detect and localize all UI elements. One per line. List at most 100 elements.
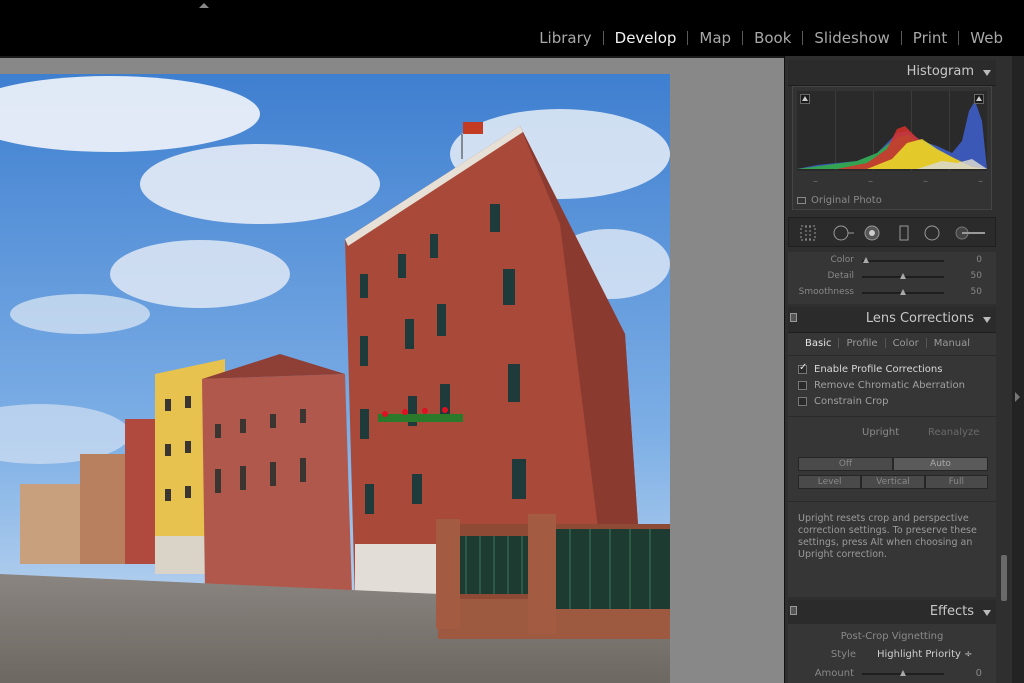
remove-chromatic-aberration-checkbox[interactable]: Remove Chromatic Aberration xyxy=(798,378,965,392)
module-print[interactable]: Print xyxy=(902,29,959,47)
slider-track[interactable] xyxy=(862,670,944,676)
histogram-curve xyxy=(797,101,987,169)
slider-label: Detail xyxy=(827,271,854,281)
slider-label: Smoothness xyxy=(798,287,854,297)
spot-removal-icon[interactable] xyxy=(831,224,855,242)
checkbox-box[interactable] xyxy=(798,362,807,374)
panel-switch-icon[interactable] xyxy=(790,313,797,322)
collapse-triangle-icon[interactable] xyxy=(983,610,991,616)
smoothness-slider-row[interactable]: Smoothness 50 xyxy=(788,286,996,300)
photo-frame-icon xyxy=(797,197,806,204)
effects-header[interactable]: Effects xyxy=(788,600,996,626)
panel-switch-icon[interactable] xyxy=(790,606,797,615)
slider-value[interactable]: 50 xyxy=(971,271,982,281)
readout-dash: – xyxy=(813,176,818,187)
lens-corrections-title: Lens Corrections xyxy=(865,311,974,326)
color-slider-row[interactable]: Color 0 xyxy=(788,254,996,268)
collapse-triangle-icon[interactable] xyxy=(983,317,991,323)
upright-mode-row-2: Level Vertical Full xyxy=(798,475,988,489)
slider-thumb[interactable] xyxy=(900,670,906,676)
graduated-filter-icon[interactable] xyxy=(895,224,913,242)
slider-thumb[interactable] xyxy=(900,273,906,279)
upright-mode-row-1: Off Auto xyxy=(798,457,988,471)
upright-auto-button[interactable]: Auto xyxy=(893,457,988,471)
tab-manual[interactable]: Manual xyxy=(927,338,977,349)
module-develop[interactable]: Develop xyxy=(604,29,688,47)
panel-scrollbar[interactable] xyxy=(1001,555,1007,601)
effects-panel: Post-Crop Vignetting Style Highlight Pri… xyxy=(788,624,996,683)
tab-basic[interactable]: Basic xyxy=(798,338,838,349)
upright-vertical-button[interactable]: Vertical xyxy=(861,475,925,489)
checkbox-label: Remove Chromatic Aberration xyxy=(814,379,966,391)
noise-reduction-sliders: Color 0 Detail 50 Smoothness 50 xyxy=(788,252,996,304)
checkbox-label: Constrain Crop xyxy=(814,395,889,407)
upright-help-text: Upright resets crop and perspective corr… xyxy=(798,513,977,560)
checkbox-box[interactable] xyxy=(798,396,807,406)
slider-label: Amount xyxy=(814,668,854,679)
post-crop-vignetting-title: Post-Crop Vignetting xyxy=(840,631,944,642)
photo-image xyxy=(0,74,670,683)
original-photo-toggle[interactable]: Original Photo xyxy=(797,195,882,206)
detail-slider-row[interactable]: Detail 50 xyxy=(788,270,996,284)
radial-filter-icon[interactable] xyxy=(923,224,941,242)
image-canvas[interactable] xyxy=(0,56,784,683)
slider-track[interactable] xyxy=(862,273,944,279)
divider xyxy=(788,416,996,417)
lens-tabs: Basic Profile Color Manual xyxy=(788,333,996,353)
readout-dash: – xyxy=(923,176,928,187)
slider-thumb[interactable] xyxy=(900,289,906,295)
adjustment-brush-icon[interactable] xyxy=(953,224,989,242)
histogram-readout: – – – – xyxy=(813,176,983,187)
module-map[interactable]: Map xyxy=(688,29,742,47)
style-dropdown[interactable]: Highlight Priority ÷ xyxy=(877,649,972,660)
module-book[interactable]: Book xyxy=(743,29,802,47)
slider-value[interactable]: 50 xyxy=(971,287,982,297)
lens-corrections-panel: Basic Profile Color Manual Enable Profil… xyxy=(788,333,996,597)
crop-overlay-icon[interactable] xyxy=(799,224,817,242)
slider-thumb[interactable] xyxy=(863,257,870,263)
slider-track[interactable] xyxy=(862,257,944,263)
original-photo-label: Original Photo xyxy=(811,195,882,206)
upright-level-button[interactable]: Level xyxy=(798,475,862,489)
checkbox-box[interactable] xyxy=(798,380,807,390)
slider-value[interactable]: 0 xyxy=(976,255,982,265)
effects-title: Effects xyxy=(929,604,974,619)
lens-corrections-header[interactable]: Lens Corrections xyxy=(788,307,996,333)
amount-slider-row[interactable]: Amount 0 xyxy=(788,667,996,681)
module-library[interactable]: Library xyxy=(528,29,602,47)
collapse-top-panel-icon[interactable] xyxy=(199,3,209,8)
module-web[interactable]: Web xyxy=(959,29,1014,47)
enable-profile-corrections-checkbox[interactable]: Enable Profile Corrections xyxy=(798,362,942,376)
histogram-display[interactable]: – – – – Original Photo xyxy=(792,86,992,210)
module-slideshow[interactable]: Slideshow xyxy=(803,29,900,47)
tab-color[interactable]: Color xyxy=(886,338,926,349)
upright-off-button[interactable]: Off xyxy=(798,457,893,471)
readout-dash: – xyxy=(978,176,983,187)
module-bar: Library Develop Map Book Slideshow Print… xyxy=(0,0,1024,56)
panel-edge-strip[interactable] xyxy=(1012,56,1024,683)
collapse-triangle-icon[interactable] xyxy=(983,70,991,76)
slider-track[interactable] xyxy=(862,289,944,295)
slider-label: Color xyxy=(830,255,855,265)
histogram-graph[interactable] xyxy=(797,91,987,171)
divider xyxy=(788,355,996,356)
slider-value[interactable]: 0 xyxy=(976,668,982,679)
shadow-clipping-icon[interactable] xyxy=(800,94,810,104)
tab-profile[interactable]: Profile xyxy=(839,338,884,349)
photo-preview[interactable] xyxy=(0,74,670,683)
highlight-clipping-icon[interactable] xyxy=(974,94,984,104)
histogram-header[interactable]: Histogram xyxy=(788,60,996,86)
divider xyxy=(788,501,996,502)
module-picker: Library Develop Map Book Slideshow Print… xyxy=(528,29,1014,47)
upright-label: Upright xyxy=(862,427,900,438)
upright-full-button[interactable]: Full xyxy=(924,475,988,489)
checkbox-label: Enable Profile Corrections xyxy=(814,363,943,375)
style-label: Style xyxy=(830,649,856,660)
readout-dash: – xyxy=(868,176,873,187)
histogram-title: Histogram xyxy=(906,64,974,79)
collapse-right-panel-icon[interactable] xyxy=(1015,392,1020,402)
reanalyze-button[interactable]: Reanalyze xyxy=(928,427,979,438)
develop-tool-strip xyxy=(788,217,996,247)
constrain-crop-checkbox[interactable]: Constrain Crop xyxy=(798,394,888,408)
red-eye-icon[interactable] xyxy=(863,224,881,242)
